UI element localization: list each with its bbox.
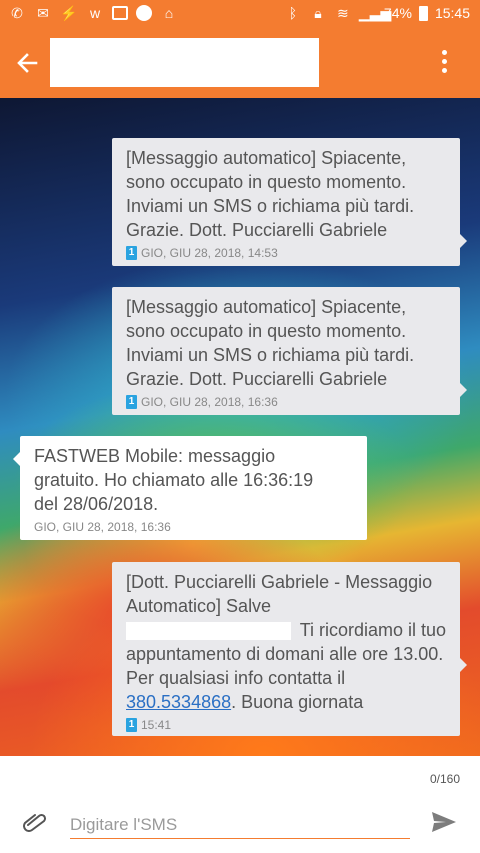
message-timestamp: GIO, GIU 28, 2018, 14:53 <box>141 246 278 260</box>
status-bar: ✆ ✉ ⚡ w ⌂ ᛒ 🔒︎ ≋ ▁▃▅ 74% 15:45 <box>0 0 480 28</box>
message-composer: 0/160 <box>0 756 480 853</box>
phone-number-link[interactable]: 380.5334868 <box>126 692 231 712</box>
message-bubble-outgoing[interactable]: [Dott. Pucciarelli Gabriele - Messaggio … <box>112 562 467 736</box>
battery-icon <box>418 5 428 21</box>
character-counter: 0/160 <box>429 772 460 786</box>
message-text: [Messaggio automatico] Spiacente, sono o… <box>126 297 415 389</box>
whatsapp-icon: ✆ <box>11 5 23 21</box>
message-text: [Dott. Pucciarelli Gabriele - Messaggio … <box>126 572 433 616</box>
lock-icon: 🔒︎ <box>314 5 322 21</box>
paperclip-icon[interactable] <box>22 812 48 832</box>
redacted-text <box>126 622 291 641</box>
message-text: [Messaggio automatico] Spiacente, sono o… <box>126 148 415 240</box>
message-text: . Buona giornata <box>231 692 364 712</box>
overflow-menu-icon[interactable] <box>437 50 451 78</box>
sim-icon: 1 <box>126 246 137 260</box>
sim-icon: 1 <box>126 718 137 732</box>
sms-input[interactable] <box>70 812 410 839</box>
gallery-icon <box>112 6 128 20</box>
message-timestamp: GIO, GIU 28, 2018, 16:36 <box>34 520 171 534</box>
clock: 15:45 <box>434 5 470 21</box>
message-timestamp: GIO, GIU 28, 2018, 16:36 <box>141 395 278 409</box>
signal-icon: ▁▃▅ <box>358 5 392 21</box>
sim-icon: 1 <box>126 395 137 409</box>
circle-notification-icon <box>136 5 152 21</box>
flash-icon: ⚡ <box>60 5 78 21</box>
gmail-icon: ✉ <box>37 5 49 21</box>
message-bubble-outgoing[interactable]: [Messaggio automatico] Spiacente, sono o… <box>112 138 467 266</box>
app-notification-icon: w <box>89 5 101 21</box>
home-notification-icon: ⌂ <box>164 5 174 21</box>
conversation-list[interactable]: [Messaggio automatico] Spiacente, sono o… <box>0 98 480 756</box>
bluetooth-icon: ᛒ <box>288 5 298 21</box>
wifi-icon: ≋ <box>337 5 349 21</box>
contact-name <box>50 38 319 87</box>
message-bubble-outgoing[interactable]: [Messaggio automatico] Spiacente, sono o… <box>112 287 467 415</box>
message-text: FASTWEB Mobile: messaggio gratuito. Ho c… <box>34 446 314 514</box>
send-icon[interactable] <box>430 810 458 834</box>
message-bubble-incoming[interactable]: FASTWEB Mobile: messaggio gratuito. Ho c… <box>13 436 367 540</box>
battery-percent: 74% <box>383 5 412 21</box>
back-arrow-icon[interactable] <box>14 50 40 76</box>
app-bar <box>0 28 480 98</box>
message-timestamp: 15:41 <box>141 718 172 732</box>
